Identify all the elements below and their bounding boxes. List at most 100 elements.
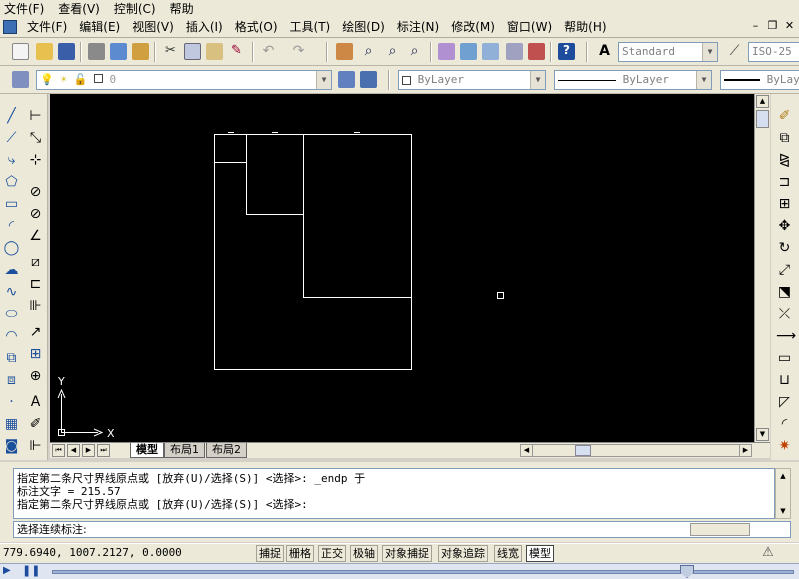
insert-block-icon[interactable]: ⧉: [3, 350, 20, 367]
plot-preview-icon[interactable]: [110, 43, 127, 60]
zoom-previous-icon[interactable]: ⌕: [406, 43, 423, 60]
menu-dimension[interactable]: 标注(N): [391, 18, 445, 35]
scroll-left-icon[interactable]: ◀: [521, 445, 533, 456]
make-block-icon[interactable]: ⧈: [3, 372, 20, 389]
chevron-down-icon[interactable]: ▼: [316, 71, 331, 89]
zoom-realtime-icon[interactable]: ⌕: [360, 43, 377, 60]
point-icon[interactable]: ·: [3, 394, 20, 411]
hatch-icon[interactable]: ▦: [3, 416, 20, 433]
dim-style-select[interactable]: ISO-25: [748, 42, 799, 62]
menu-help[interactable]: 帮助(H): [558, 18, 612, 35]
sheet-set-icon[interactable]: [506, 43, 523, 60]
ellipse-icon[interactable]: ⬭: [3, 306, 20, 323]
scroll-thumb[interactable]: [756, 110, 769, 128]
lineweight-toggle[interactable]: 线宽: [494, 545, 522, 562]
polyline-icon[interactable]: ⤷: [3, 152, 20, 169]
ordinate-dimension-icon[interactable]: ⊹: [27, 152, 44, 169]
make-layer-current-icon[interactable]: [338, 71, 355, 88]
publish-icon[interactable]: [132, 43, 149, 60]
linetype-select[interactable]: ByLayer ▼: [554, 70, 712, 90]
open-file-icon[interactable]: [36, 43, 53, 60]
command-hscroll[interactable]: [690, 523, 750, 536]
chevron-down-icon[interactable]: ▼: [530, 71, 545, 89]
rectangle-icon[interactable]: ▭: [3, 196, 20, 213]
spline-icon[interactable]: ∿: [3, 284, 20, 301]
paste-icon[interactable]: [206, 43, 223, 60]
scroll-down-icon[interactable]: ▼: [756, 428, 769, 441]
menu-insert[interactable]: 插入(I): [180, 18, 229, 35]
revision-cloud-icon[interactable]: ☁: [3, 262, 20, 279]
command-scroll-down-icon[interactable]: ▼: [777, 505, 789, 517]
continue-dimension-icon[interactable]: ⊪: [27, 298, 44, 315]
text-style-select[interactable]: Standard ▼: [618, 42, 718, 62]
angular-dimension-icon[interactable]: ∠: [27, 228, 44, 245]
design-center-icon[interactable]: [460, 43, 477, 60]
markup-icon[interactable]: [528, 43, 545, 60]
autocad-app-icon[interactable]: [3, 19, 17, 34]
tab-model[interactable]: 模型: [130, 443, 164, 458]
trim-icon[interactable]: ⤫: [776, 306, 793, 323]
construction-line-icon[interactable]: ⟋: [3, 130, 20, 147]
minimize-icon[interactable]: –: [748, 19, 763, 33]
horizontal-scrollbar[interactable]: ◀ ▶: [520, 444, 752, 457]
menu-window[interactable]: 窗口(W): [501, 18, 558, 35]
ellipse-arc-icon[interactable]: ◠: [3, 328, 20, 345]
grid-toggle[interactable]: 栅格: [286, 545, 314, 562]
close-icon[interactable]: ✕: [782, 19, 797, 33]
otrack-toggle[interactable]: 对象追踪: [438, 545, 488, 562]
arc-icon[interactable]: ◜: [3, 218, 20, 235]
command-input[interactable]: 选择连续标注:: [13, 521, 791, 538]
tool-palettes-icon[interactable]: [482, 43, 499, 60]
region-icon[interactable]: ◙: [3, 438, 20, 455]
restore-icon[interactable]: ❐: [765, 19, 780, 33]
vertical-scrollbar[interactable]: ▲ ▼: [754, 94, 770, 442]
quick-dimension-icon[interactable]: ⧄: [27, 254, 44, 271]
layer-manager-icon[interactable]: [12, 71, 29, 88]
circle-icon[interactable]: ◯: [3, 240, 20, 257]
explode-icon[interactable]: ✷: [776, 438, 793, 455]
ortho-toggle[interactable]: 正交: [318, 545, 346, 562]
command-scrollbar[interactable]: ▲ ▼: [775, 468, 791, 519]
menu-file[interactable]: 文件(F): [21, 18, 73, 35]
chamfer-icon[interactable]: ◸: [776, 394, 793, 411]
cut-icon[interactable]: ✂: [162, 43, 179, 60]
tab-layout1[interactable]: 布局1: [164, 443, 205, 458]
menu-view[interactable]: 视图(V): [126, 18, 180, 35]
communication-center-icon[interactable]: ⚠: [760, 545, 776, 561]
dimension-update-icon[interactable]: ⊩: [27, 438, 44, 455]
stretch-icon[interactable]: ⬔: [776, 284, 793, 301]
top-menu-file[interactable]: 文件(F): [4, 0, 44, 17]
menu-format[interactable]: 格式(O): [229, 18, 284, 35]
color-select[interactable]: ByLayer ▼: [398, 70, 546, 90]
outer-rectangle[interactable]: [214, 134, 412, 370]
zoom-window-icon[interactable]: ⌕: [384, 43, 401, 60]
chevron-down-icon[interactable]: ▼: [696, 71, 711, 89]
copy-object-icon[interactable]: ⧉: [776, 130, 793, 147]
model-toggle[interactable]: 模型: [526, 545, 554, 562]
extend-icon[interactable]: ⟶: [776, 328, 796, 345]
line-icon[interactable]: ╱: [3, 108, 20, 125]
menu-modify[interactable]: 修改(M): [445, 18, 501, 35]
top-menu-help[interactable]: 帮助: [170, 0, 194, 17]
diameter-dimension-icon[interactable]: ⊘: [27, 206, 44, 223]
pan-realtime-icon[interactable]: [336, 43, 353, 60]
undo-icon[interactable]: ↶: [260, 43, 277, 60]
snap-toggle[interactable]: 捕捉: [256, 545, 284, 562]
previous-tab-icon[interactable]: ◀: [67, 444, 80, 457]
osnap-toggle[interactable]: 对象捕捉: [382, 545, 432, 562]
layer-select[interactable]: 💡 ☀ 🔓 0 ▼: [36, 70, 332, 90]
lineweight-select[interactable]: ByLayer: [720, 70, 799, 90]
rotate-icon[interactable]: ↻: [776, 240, 793, 257]
layer-previous-icon[interactable]: [360, 71, 377, 88]
redo-icon[interactable]: ↷: [290, 43, 307, 60]
dimension-text-edit-icon[interactable]: ✐: [27, 416, 44, 433]
break-at-point-icon[interactable]: ▭: [776, 350, 793, 367]
pause-icon[interactable]: ❚❚: [22, 564, 40, 577]
help-icon[interactable]: ?: [558, 43, 575, 60]
mirror-icon[interactable]: ⧎: [776, 152, 793, 169]
save-icon[interactable]: [58, 43, 75, 60]
erase-icon[interactable]: ✐: [776, 108, 793, 125]
dimension-edit-icon[interactable]: A: [27, 394, 44, 411]
match-properties-icon[interactable]: ✎: [228, 43, 245, 60]
aligned-dimension-icon[interactable]: ⤡: [27, 130, 44, 147]
